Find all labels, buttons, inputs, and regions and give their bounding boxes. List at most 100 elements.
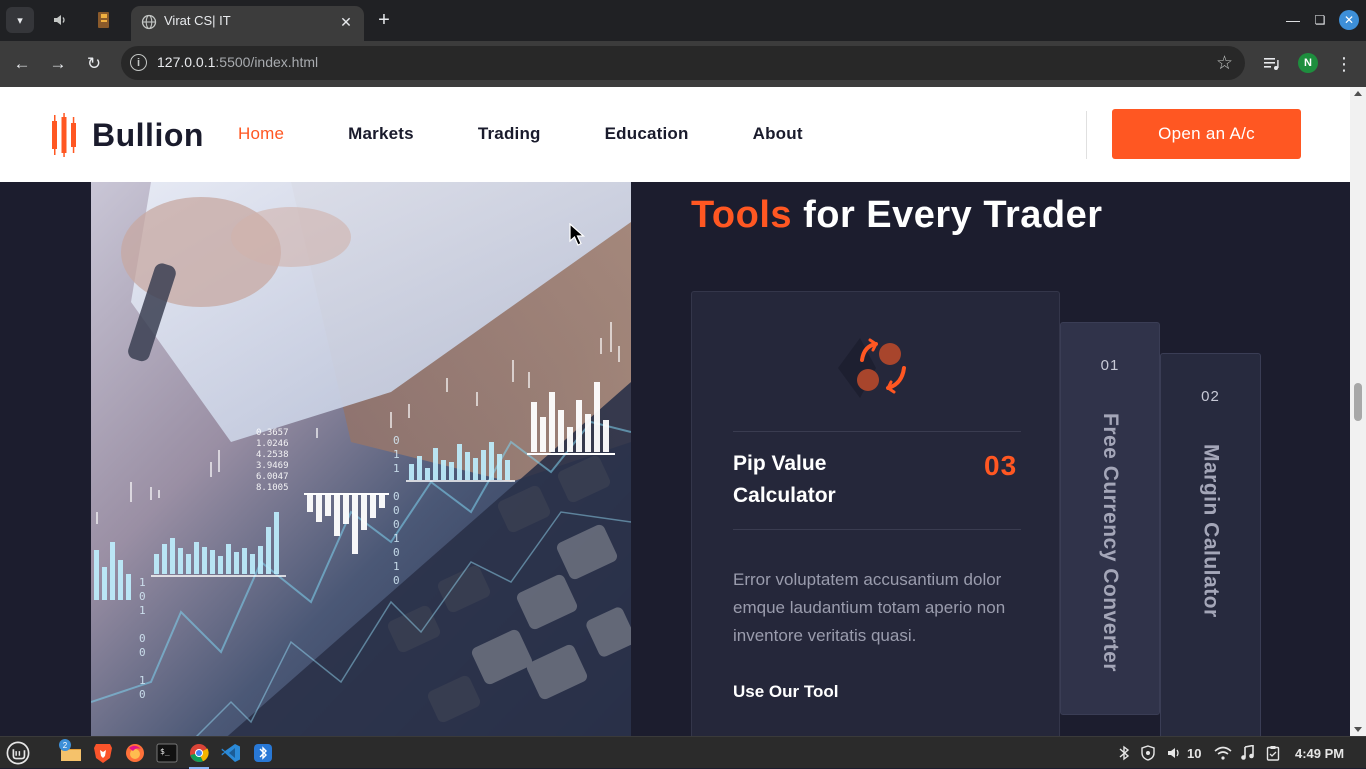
card-divider [733, 529, 1021, 530]
scroll-up-arrow-icon[interactable] [1354, 91, 1362, 96]
tray-clipboard[interactable] [1266, 744, 1280, 762]
tray-bluetooth[interactable] [1118, 744, 1130, 762]
minimize-icon: — [1286, 12, 1300, 28]
browser-menu-button[interactable]: ⋮ [1334, 52, 1354, 76]
section-title: Tools for Every Trader [691, 194, 1103, 237]
binary-digit: 0 [139, 632, 146, 645]
site-info-icon[interactable]: i [130, 54, 147, 71]
chevron-down-icon: ▾ [17, 14, 23, 27]
tray-volume[interactable]: 10 [1166, 744, 1201, 762]
pinned-tab-favicon-icon [98, 12, 109, 28]
bluetooth-icon [1119, 745, 1130, 761]
hero-image: 0.3657 1.0246 4.2538 3.9469 6.0047 8.100… [91, 182, 631, 736]
nav-trading[interactable]: Trading [478, 124, 541, 144]
ticker-value: 1.0246 [256, 439, 289, 449]
bookmark-star-icon[interactable]: ☆ [1216, 52, 1233, 75]
tool-card-label: Free Currency Converter [1099, 413, 1122, 672]
maximize-icon: ❏ [1314, 13, 1326, 27]
minimize-window-button[interactable]: — [1283, 10, 1303, 30]
binary-digit: 0 [393, 518, 400, 531]
binary-digit: 1 [139, 604, 146, 617]
tool-card-margin-calculator[interactable]: 02 Margin Calulator [1160, 353, 1261, 736]
reload-button[interactable]: ↻ [82, 52, 106, 76]
media-controls-button[interactable] [1262, 54, 1282, 74]
binary-digit: 0 [393, 504, 400, 517]
chrome-icon [190, 744, 209, 763]
taskbar-vscode[interactable] [219, 741, 243, 765]
ticker-value: 0.3657 [256, 428, 289, 438]
logo-text: Bullion [92, 116, 204, 153]
exchange-icon [838, 338, 906, 398]
close-tab-icon[interactable]: ✕ [336, 12, 356, 32]
taskbar-bluetooth-manager[interactable] [251, 741, 275, 765]
tool-card-number: 01 [1100, 357, 1120, 374]
binary-digit: 1 [393, 462, 400, 475]
active-tab[interactable]: Virat CS| IT ✕ [131, 6, 364, 41]
page-viewport: 0.3657 1.0246 4.2538 3.9469 6.0047 8.100… [0, 87, 1350, 736]
address-bar[interactable]: i 127.0.0.1:5500/index.html ☆ [121, 46, 1245, 80]
svg-text:$_: $_ [160, 747, 170, 756]
close-window-button[interactable]: ✕ [1339, 10, 1359, 30]
tray-media[interactable] [1240, 744, 1254, 762]
new-tab-button[interactable]: + [372, 8, 396, 32]
nav-markets[interactable]: Markets [348, 124, 414, 144]
browser-toolbar: ← → ↻ i 127.0.0.1:5500/index.html ☆ N ⋮ [0, 41, 1366, 87]
audio-tab[interactable] [48, 8, 72, 32]
page-scrollbar[interactable] [1350, 87, 1366, 736]
binary-digit: 0 [393, 434, 400, 447]
use-tool-link[interactable]: Use Our Tool [733, 682, 838, 702]
start-menu-button[interactable] [6, 741, 30, 765]
nav-education[interactable]: Education [605, 124, 689, 144]
forward-button[interactable]: → [46, 52, 70, 76]
profile-avatar[interactable]: N [1298, 53, 1318, 73]
scroll-down-arrow-icon[interactable] [1354, 727, 1362, 732]
tool-card-currency-converter[interactable]: 01 Free Currency Converter [1060, 322, 1160, 715]
tab-title: Virat CS| IT [164, 13, 231, 28]
binary-digit: 0 [139, 688, 146, 701]
shield-icon [1141, 745, 1155, 761]
section-title-accent: Tools [691, 194, 793, 236]
taskbar-terminal[interactable]: $_ [155, 741, 179, 765]
globe-icon [141, 14, 157, 30]
site-logo[interactable]: Bullion [48, 113, 204, 157]
binary-digit: 1 [393, 532, 400, 545]
maximize-window-button[interactable]: ❏ [1310, 10, 1330, 30]
taskbar-brave[interactable] [91, 741, 115, 765]
tray-security[interactable] [1140, 744, 1156, 762]
brave-browser-icon [94, 744, 112, 763]
tool-card-pip-calculator[interactable]: Pip Value Calculator 03 Error voluptatem… [691, 291, 1060, 736]
ticker-value: 4.2538 [256, 450, 289, 460]
tray-wifi[interactable] [1214, 744, 1232, 762]
site-header: Bullion Home Markets Trading Education A… [0, 87, 1350, 182]
close-icon: ✕ [1343, 13, 1355, 27]
candlestick-logo-icon [52, 113, 76, 157]
speaker-icon [54, 15, 65, 25]
ticker-value: 3.9469 [256, 461, 289, 471]
taskbar-firefox[interactable] [123, 741, 147, 765]
binary-digit: 0 [393, 546, 400, 559]
taskbar-chrome[interactable] [187, 741, 211, 769]
tab-search-button[interactable]: ▾ [6, 7, 34, 33]
browser-tab-bar: ▾ Virat CS| IT ✕ + — ❏ ✕ [0, 0, 1366, 41]
url-text[interactable]: 127.0.0.1:5500/index.html [157, 54, 318, 70]
binary-digit: 0 [393, 490, 400, 503]
open-account-button[interactable]: Open an A/c [1112, 109, 1301, 159]
plus-icon: + [378, 8, 390, 31]
firefox-icon [126, 744, 144, 762]
os-taskbar: 2 $_ 10 4:49 PM [0, 736, 1366, 769]
binary-digit: 0 [139, 590, 146, 603]
back-button[interactable]: ← [10, 52, 34, 76]
url-host: 127.0.0.1 [157, 54, 216, 70]
clock[interactable]: 4:49 PM [1295, 744, 1344, 762]
tool-card-label: Margin Calulator [1199, 444, 1223, 618]
pinned-tab[interactable] [93, 10, 115, 30]
arrow-left-icon: ← [13, 54, 31, 73]
nav-about[interactable]: About [753, 124, 803, 144]
reload-icon: ↻ [86, 54, 102, 73]
volume-icon [1168, 748, 1179, 758]
main-nav: Home Markets Trading Education About [238, 124, 867, 144]
tool-number: 03 [984, 450, 1018, 481]
tool-card-number: 02 [1201, 388, 1220, 405]
scrollbar-thumb[interactable] [1354, 383, 1362, 421]
nav-home[interactable]: Home [238, 124, 284, 144]
